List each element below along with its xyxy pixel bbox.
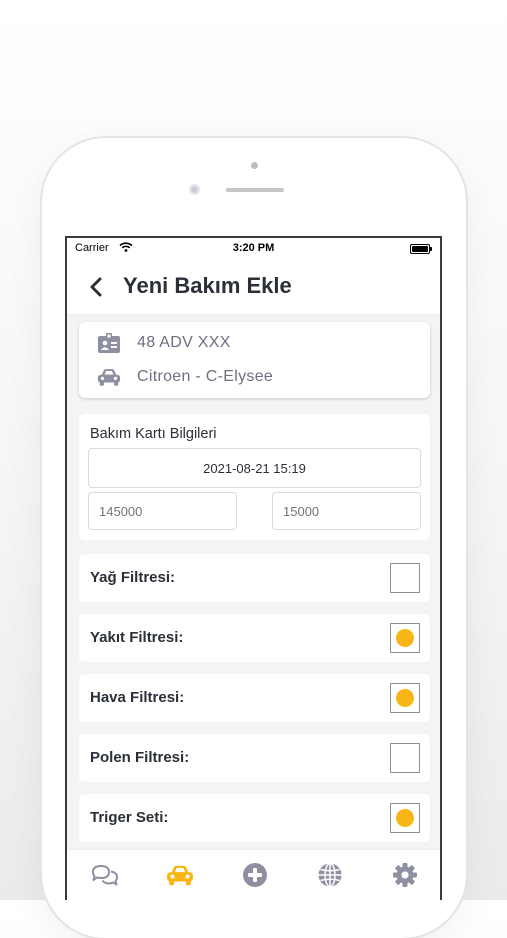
air-filter-checkbox[interactable] xyxy=(390,683,420,713)
status-bar: Carrier 3:20 PM xyxy=(67,238,440,260)
timing-set-checkbox[interactable] xyxy=(390,803,420,833)
vehicle-plate-row: 48 ADV XXX xyxy=(97,333,231,353)
oil-filter-checkbox[interactable] xyxy=(390,563,420,593)
tab-explore[interactable] xyxy=(313,860,347,890)
chevron-left-icon xyxy=(90,277,102,297)
vehicle-model: Citroen - C-Elysee xyxy=(137,368,274,385)
chat-bubbles-icon xyxy=(92,865,118,886)
battery-icon xyxy=(410,244,432,254)
pollen-filter-checkbox[interactable] xyxy=(390,743,420,773)
current-km-field[interactable] xyxy=(88,492,237,530)
next-km-field[interactable] xyxy=(272,492,421,530)
checked-indicator xyxy=(396,809,414,827)
proximity-sensor xyxy=(251,162,258,169)
filter-row-pollen: Polen Filtresi: xyxy=(79,734,430,782)
fuel-filter-checkbox[interactable] xyxy=(390,623,420,653)
filter-row-timing: Triger Seti: xyxy=(79,794,430,842)
filter-label: Yağ Filtresi: xyxy=(90,569,176,586)
add-circle-icon xyxy=(243,863,267,887)
tab-settings[interactable] xyxy=(388,860,422,890)
globe-icon xyxy=(318,862,342,888)
date-field[interactable] xyxy=(88,448,421,488)
app-screen: Carrier 3:20 PM Yeni Bakım Ekle 48 ADV X… xyxy=(65,236,442,900)
front-camera xyxy=(189,184,200,195)
filter-label: Hava Filtresi: xyxy=(90,689,185,706)
filter-row-fuel: Yakıt Filtresi: xyxy=(79,614,430,662)
filter-row-air: Hava Filtresi: xyxy=(79,674,430,722)
maintenance-info-card: Bakım Kartı Bilgileri xyxy=(79,414,430,540)
tab-messages[interactable] xyxy=(88,860,122,890)
section-title: Bakım Kartı Bilgileri xyxy=(90,426,217,442)
status-time: 3:20 PM xyxy=(232,242,275,254)
car-icon xyxy=(97,367,121,387)
navigation-bar: Yeni Bakım Ekle xyxy=(67,260,440,315)
back-button[interactable] xyxy=(83,274,109,300)
filter-label: Triger Seti: xyxy=(90,809,169,826)
vehicle-card: 48 ADV XXX Citroen - C-Elysee xyxy=(79,322,430,398)
tab-bar xyxy=(67,849,440,900)
checked-indicator xyxy=(396,629,414,647)
filter-row-oil: Yağ Filtresi: xyxy=(79,554,430,602)
vehicle-plate: 48 ADV XXX xyxy=(137,334,231,351)
id-badge-icon xyxy=(97,333,121,353)
earpiece-speaker xyxy=(226,188,284,192)
gear-icon xyxy=(393,863,417,887)
checked-indicator xyxy=(396,689,414,707)
vehicle-model-row: Citroen - C-Elysee xyxy=(97,367,273,387)
tab-add[interactable] xyxy=(238,860,272,890)
tab-vehicles[interactable] xyxy=(163,860,197,890)
page-title: Yeni Bakım Ekle xyxy=(123,273,292,298)
filter-label: Polen Filtresi: xyxy=(90,749,190,766)
filter-label: Yakıt Filtresi: xyxy=(90,629,184,646)
car-icon xyxy=(167,865,193,886)
